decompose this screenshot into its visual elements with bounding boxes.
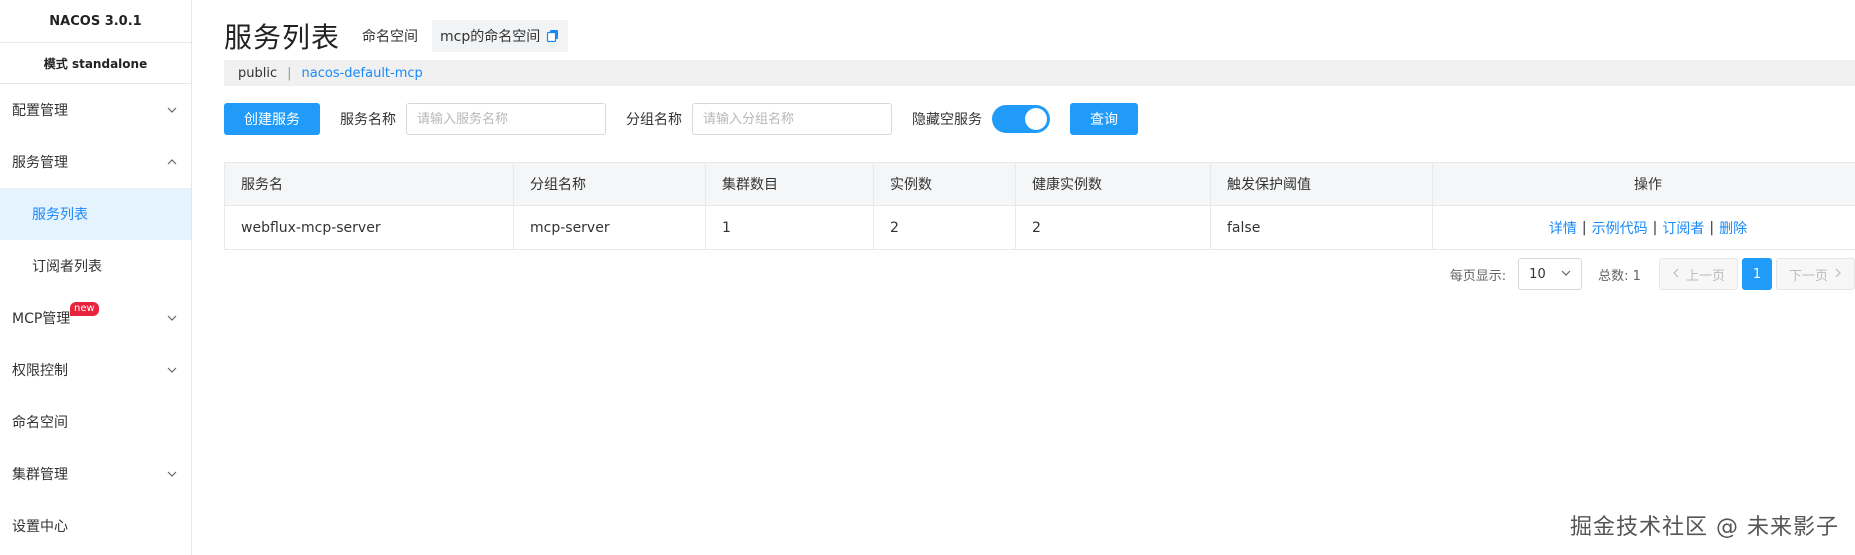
chevron-down-icon: [165, 467, 179, 481]
pagination: 每页显示: 10 总数: 1 上一页 1 下一页: [1450, 258, 1855, 290]
per-page-value: 10: [1529, 266, 1546, 282]
chevron-down-icon: [165, 363, 179, 377]
prev-page-button[interactable]: 上一页: [1658, 258, 1738, 290]
namespace-bar: public | nacos-default-mcp: [224, 60, 1855, 86]
new-badge: new: [70, 302, 99, 316]
prev-page-label: 上一页: [1685, 268, 1725, 284]
delete-link[interactable]: 删除: [1719, 218, 1747, 238]
sidebar-item-namespace[interactable]: 命名空间: [0, 396, 191, 448]
title-row: 服务列表 命名空间 mcp的命名空间: [224, 16, 569, 56]
column-header: 健康实例数: [1016, 163, 1211, 205]
cell-service-name: webflux-mcp-server: [225, 206, 514, 249]
sidebar-item-settings[interactable]: 设置中心: [0, 500, 191, 552]
hide-empty-toggle[interactable]: [992, 105, 1050, 133]
sidebar-item-label: 服务管理: [12, 155, 68, 171]
op-separator: |: [1652, 219, 1658, 236]
group-name-label: 分组名称: [626, 112, 682, 128]
cell-operations: 详情 | 示例代码 | 订阅者 | 删除: [1433, 206, 1855, 249]
cell-cluster-count: 1: [706, 206, 874, 249]
column-header: 操作: [1634, 177, 1662, 193]
watermark: 掘金技术社区 @ 未来影子: [1570, 515, 1839, 540]
sample-code-link[interactable]: 示例代码: [1592, 218, 1648, 238]
chevron-up-icon: [165, 155, 179, 169]
sidebar: NACOS 3.0.1 模式 standalone 配置管理 服务管理 服务列表…: [0, 0, 192, 555]
per-page-label: 每页显示:: [1449, 268, 1507, 284]
brand-title: NACOS 3.0.1: [49, 13, 142, 29]
op-separator: |: [1581, 219, 1587, 236]
namespace-label: 命名空间: [362, 29, 419, 45]
sidebar-item-subscribers[interactable]: 订阅者列表: [0, 240, 191, 292]
cell-group-name: mcp-server: [514, 206, 706, 249]
chevron-down-icon: [165, 311, 179, 325]
sidebar-item-label: 集群管理: [12, 467, 68, 483]
column-header: 分组名称: [514, 163, 706, 205]
cell-protect-threshold: false: [1211, 206, 1433, 249]
sidebar-item-cluster[interactable]: 集群管理: [0, 448, 191, 500]
namespace-public-link[interactable]: public: [238, 66, 277, 81]
sidebar-item-label: 权限控制: [12, 363, 68, 379]
service-name-input[interactable]: [406, 103, 606, 135]
chevron-down-icon: [1561, 267, 1571, 282]
chevron-left-icon: [1672, 267, 1680, 282]
detail-link[interactable]: 详情: [1549, 218, 1577, 238]
mode-label: 模式 standalone: [0, 42, 191, 84]
op-separator: |: [1709, 219, 1715, 236]
service-name-label: 服务名称: [340, 112, 396, 128]
cell-instance-count: 2: [874, 206, 1016, 249]
sidebar-item-service-list[interactable]: 服务列表: [0, 188, 191, 240]
create-service-button[interactable]: 创建服务: [224, 103, 320, 135]
per-page-select[interactable]: 10: [1518, 258, 1583, 290]
subscriber-link[interactable]: 订阅者: [1662, 218, 1704, 238]
next-page-button[interactable]: 下一页: [1775, 258, 1855, 290]
chevron-down-icon: [165, 103, 179, 117]
sidebar-item-config[interactable]: 配置管理: [0, 84, 191, 136]
hide-empty-label: 隐藏空服务: [912, 112, 982, 128]
sidebar-item-auth[interactable]: 权限控制: [0, 344, 191, 396]
sidebar-item-label: 订阅者列表: [32, 259, 102, 275]
copy-icon[interactable]: [546, 29, 560, 43]
search-toolbar: 创建服务 服务名称 分组名称 隐藏空服务 查询: [224, 102, 1855, 136]
sidebar-item-label: 设置中心: [12, 519, 68, 535]
page-title: 服务列表: [224, 21, 341, 54]
sidebar-item-service-mgmt[interactable]: 服务管理: [0, 136, 191, 188]
table-header-row: 服务名 分组名称 集群数目 实例数 健康实例数 触发保护阈值 操作: [225, 163, 1855, 206]
namespace-chip: mcp的命名空间: [432, 20, 569, 52]
cell-healthy-count: 2: [1016, 206, 1211, 249]
toggle-knob: [1025, 108, 1047, 130]
column-header: 服务名: [225, 163, 514, 205]
sidebar-item-label: 命名空间: [12, 415, 68, 431]
column-header: 触发保护阈值: [1211, 163, 1433, 205]
column-header: 集群数目: [706, 163, 874, 205]
column-header: 实例数: [874, 163, 1016, 205]
service-table: 服务名 分组名称 集群数目 实例数 健康实例数 触发保护阈值 操作 webflu…: [224, 162, 1855, 250]
main-content: 服务列表 命名空间 mcp的命名空间 public | nacos-defaul…: [224, 0, 1855, 555]
group-name-input[interactable]: [692, 103, 892, 135]
sidebar-item-label: 配置管理: [12, 103, 68, 119]
query-button[interactable]: 查询: [1070, 103, 1138, 135]
namespace-current-link[interactable]: nacos-default-mcp: [302, 66, 423, 81]
next-page-label: 下一页: [1788, 268, 1828, 284]
total-count: 总数: 1: [1598, 268, 1641, 284]
page-number-button[interactable]: 1: [1741, 258, 1772, 290]
sidebar-item-mcp[interactable]: MCP管理 new: [0, 292, 191, 344]
namespace-separator: |: [287, 65, 292, 81]
chevron-right-icon: [1834, 267, 1842, 282]
table-row: webflux-mcp-server mcp-server 1 2 2 fals…: [225, 206, 1855, 249]
namespace-value: mcp的命名空间: [440, 29, 541, 45]
sidebar-item-label: 服务列表: [32, 207, 88, 223]
